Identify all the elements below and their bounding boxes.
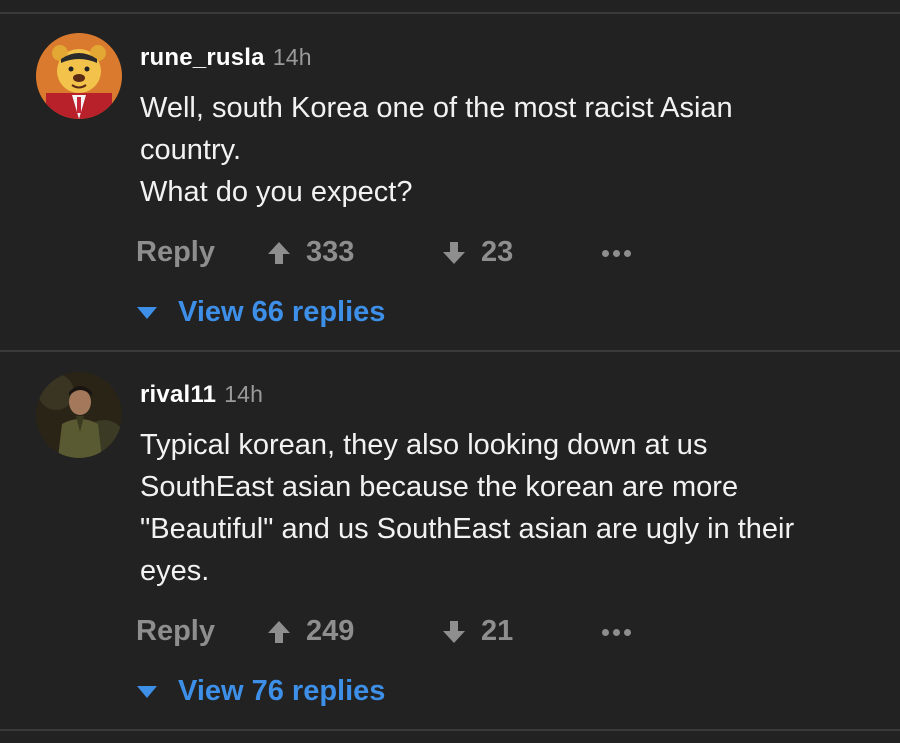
comment-divider [0, 350, 900, 352]
username[interactable]: rival11 14h [140, 381, 263, 409]
timestamp: 14h [272, 44, 312, 70]
username[interactable]: rune_rusla 14h [140, 44, 312, 72]
comment-line: What do you expect? [140, 176, 413, 208]
downvote-button[interactable]: 23 [441, 236, 513, 269]
comment-line: Well, south Korea one of the most racist… [140, 92, 733, 124]
more-options-icon[interactable] [602, 250, 631, 257]
downvote-button[interactable]: 21 [441, 615, 513, 648]
avatar[interactable] [36, 33, 122, 119]
downvote-count: 21 [481, 615, 514, 647]
comment-actions: Reply 333 23 [136, 236, 696, 276]
arrow-down-icon [443, 241, 465, 264]
arrow-down-icon [443, 620, 465, 643]
comment-line: "Beautiful" and us SouthEast asian are u… [140, 513, 795, 545]
timestamp: 14h [224, 381, 264, 407]
arrow-up-icon [268, 620, 290, 643]
more-options-icon[interactable] [602, 629, 631, 636]
upvote-count: 249 [306, 615, 355, 647]
username-text[interactable]: rival11 [140, 381, 216, 408]
view-replies-button[interactable]: View 66 replies [136, 296, 385, 329]
comment-line: Typical korean, they also looking down a… [140, 429, 708, 461]
comment-actions: Reply 249 21 [136, 615, 696, 655]
arrow-up-icon [268, 241, 290, 264]
comment-body: Typical korean, they also looking down a… [140, 424, 860, 592]
reply-button[interactable]: Reply [136, 615, 215, 648]
comment-line: eyes. [140, 555, 210, 587]
comment-line: country. [140, 134, 242, 166]
bottom-divider [0, 729, 900, 731]
view-replies-label[interactable]: View 66 replies [178, 296, 385, 329]
avatar[interactable] [36, 372, 122, 458]
comment-line: SouthEast asian because the korean are m… [140, 471, 739, 503]
top-divider [0, 12, 900, 14]
view-replies-label[interactable]: View 76 replies [178, 675, 385, 708]
downvote-count: 23 [481, 236, 514, 268]
upvote-count: 333 [306, 236, 355, 268]
reply-button[interactable]: Reply [136, 236, 215, 269]
upvote-button[interactable]: 333 [266, 236, 354, 269]
person-photo-avatar [36, 372, 122, 458]
view-replies-button[interactable]: View 76 replies [136, 675, 385, 708]
comment-body: Well, south Korea one of the most racist… [140, 87, 860, 213]
caret-down-icon [137, 685, 157, 698]
upvote-button[interactable]: 249 [266, 615, 354, 648]
cartoon-bear-face-avatar [36, 33, 122, 119]
caret-down-icon [137, 306, 157, 319]
username-text[interactable]: rune_rusla [140, 44, 265, 71]
